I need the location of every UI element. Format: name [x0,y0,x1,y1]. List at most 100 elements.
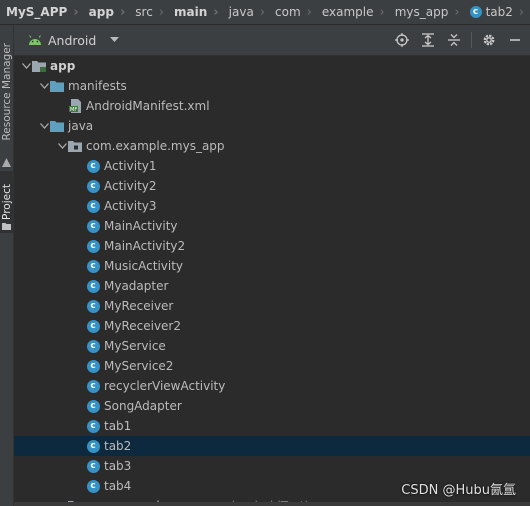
tree-item-label: MyService [104,339,166,353]
toolbar-divider [471,32,472,48]
tree-row[interactable]: manifests [14,76,530,96]
tree-row[interactable]: c tab2 [14,436,530,456]
breadcrumb-item[interactable]: main › [168,5,223,20]
breadcrumb-label: java [228,5,254,19]
tree-item-label: MyReceiver2 [104,319,182,333]
breadcrumb-label: src [135,5,153,19]
class-icon: c [86,179,100,193]
breadcrumb-separator-icon: › [379,4,385,20]
class-icon-glyph: c [86,439,100,453]
tree-row[interactable]: c MainActivity2 [14,236,530,256]
tree-item-label: java [68,119,94,133]
class-icon: c [86,439,100,453]
resource-manager-label: Resource Manager [0,43,13,141]
breadcrumb-item[interactable]: src › [129,5,168,20]
tree-item-label: Activity3 [104,199,157,213]
chevron-down-icon[interactable] [38,80,50,92]
tree-item-label: AndroidManifest.xml [86,99,210,113]
tree-row[interactable]: c MusicActivity [14,256,530,276]
class-icon: c [86,359,100,373]
breadcrumb-label: main [174,5,208,19]
breadcrumb-separator-icon: › [259,4,266,20]
view-mode-dropdown[interactable]: Android [28,33,120,48]
class-icon-glyph: c [86,339,100,353]
tree-row[interactable]: c MyReceiver [14,296,530,316]
class-icon-glyph: c [86,399,100,413]
tree-row[interactable]: MF AndroidManifest.xml [14,96,530,116]
hide-icon[interactable] [506,31,524,49]
settings-icon[interactable] [480,31,498,49]
breadcrumb-separator-icon: › [306,4,312,20]
tree-row[interactable]: c Activity1 [14,156,530,176]
tree-row[interactable]: c Myadapter [14,276,530,296]
class-icon: c [86,419,100,433]
tree-row[interactable]: c recyclerViewActivity [14,376,530,396]
breadcrumb-separator-icon: › [73,4,79,20]
tree-row[interactable]: app [14,56,530,76]
class-icon: c [86,399,100,413]
tree-item-label: MainActivity [104,219,178,233]
folder-icon [50,119,64,133]
class-icon: c [86,379,100,393]
svg-text:MF: MF [70,107,77,113]
breadcrumb-separator-icon: › [213,4,219,20]
class-icon: c [86,199,100,213]
class-icon: c [469,6,482,18]
tree-row[interactable]: java [14,116,530,136]
class-icon-glyph: c [86,259,100,273]
tree-item-label: recyclerViewActivity [104,379,226,393]
class-icon: c [86,279,100,293]
class-icon-glyph: c [86,219,100,233]
tree-row[interactable]: c MyService [14,336,530,356]
class-icon: c [86,159,100,173]
tree-row[interactable]: c tab3 [14,456,530,476]
chevron-down-icon[interactable] [20,60,32,72]
tab-resource-manager[interactable]: Resource Manager [0,29,13,155]
collapse-all-icon[interactable] [445,31,463,49]
tree-row[interactable]: c MyReceiver2 [14,316,530,336]
breadcrumb-item[interactable]: com › [269,5,316,20]
class-icon-glyph: c [86,419,100,433]
resource-manager-icon [0,155,13,169]
tree-row[interactable]: c tab1 [14,416,530,436]
tree-item-label: manifests [68,79,127,93]
manifest-file-icon: MF [68,99,82,113]
chevron-down-icon[interactable] [38,120,50,132]
tree-row[interactable]: c MainActivity [14,216,530,236]
horizontal-scrollbar[interactable] [14,502,530,506]
breadcrumb-item[interactable]: example › [316,5,389,20]
class-icon-glyph: c [86,279,100,293]
breadcrumb-item[interactable]: MyS_APP › [0,5,83,20]
android-icon [29,35,41,45]
breadcrumb-label: example [321,5,374,19]
class-icon: c [86,239,100,253]
tree-row[interactable]: c Activity3 [14,196,530,216]
class-icon-glyph: c [86,479,100,493]
breadcrumb-item[interactable]: c tab2 › [464,5,529,20]
tree-item-label: MyReceiver [104,299,174,313]
chevron-down-icon[interactable] [56,140,68,152]
expand-all-icon[interactable] [419,31,437,49]
breadcrumb-item[interactable]: app › [83,5,130,20]
project-label: Project [0,184,13,220]
tree-row[interactable]: c Activity2 [14,176,530,196]
breadcrumb-item[interactable]: java › [223,5,269,20]
tree-row[interactable]: c SongAdapter [14,396,530,416]
tree-row[interactable]: c MyService2 [14,356,530,376]
class-icon-glyph: c [86,299,100,313]
tree-item-label: MusicActivity [104,259,184,273]
breadcrumb-item[interactable]: mys_app › [389,5,464,20]
locate-icon[interactable] [393,31,411,49]
tree-row[interactable]: com.example.mys_app [14,136,530,156]
class-icon-glyph: c [86,179,100,193]
tree-item-label: app [50,59,76,73]
tree-item-label: tab2 [104,439,132,453]
tree-item-label: Activity2 [104,179,157,193]
